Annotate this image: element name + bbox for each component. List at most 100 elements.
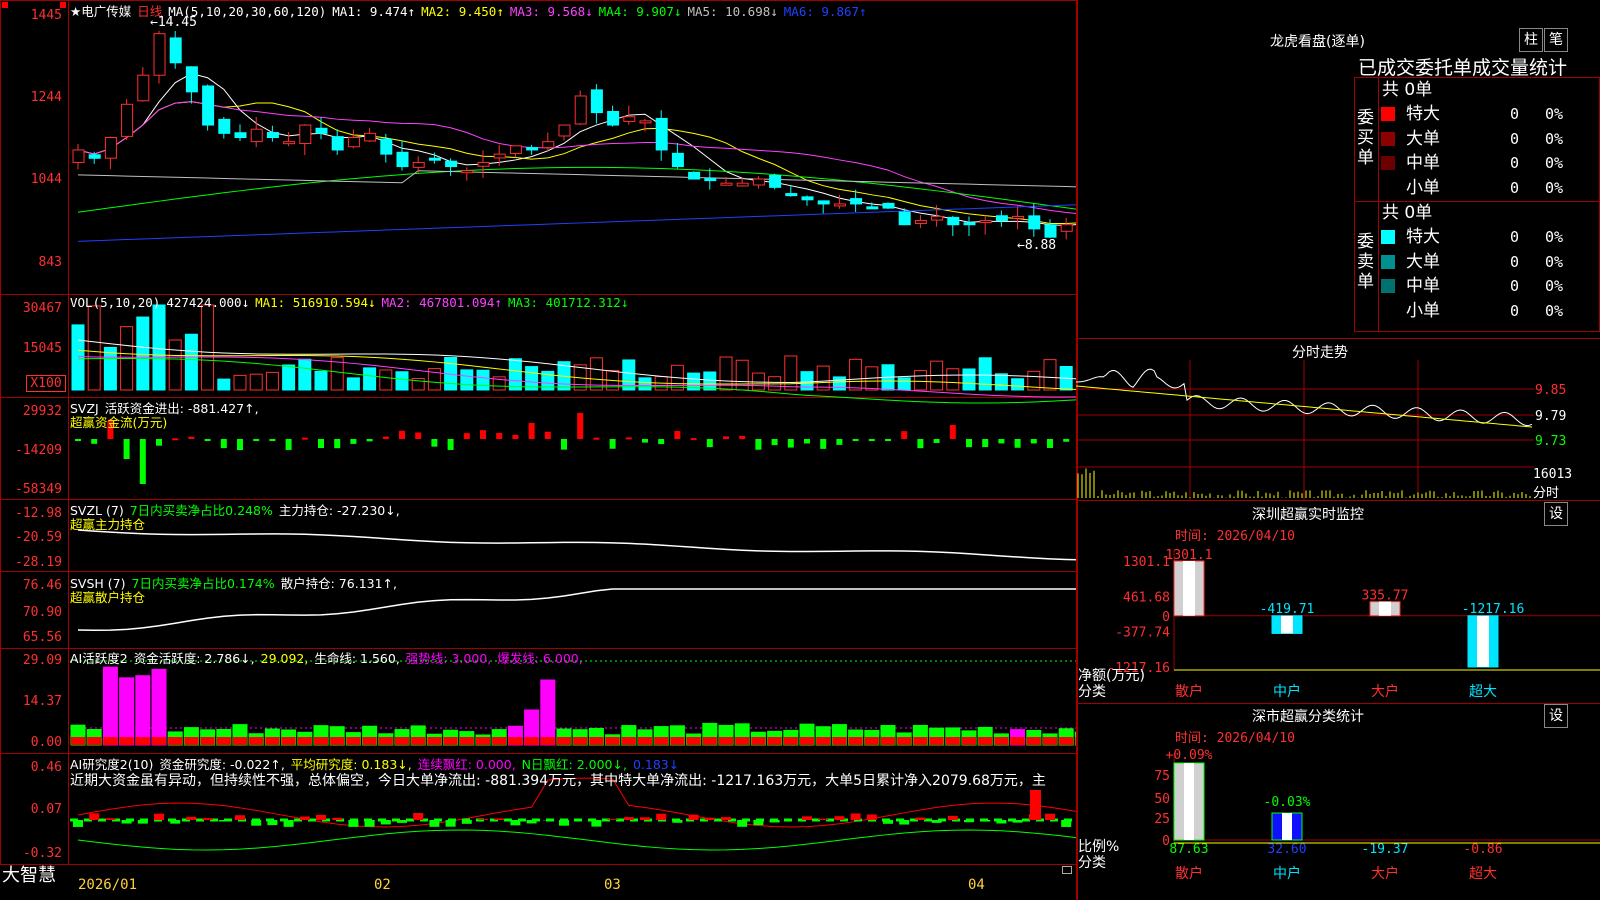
main-subtitle: 超赢主力持仓 [70, 517, 146, 532]
flow-bar [933, 439, 940, 443]
candle-body [639, 120, 652, 124]
sz-class-settings-button[interactable]: 设 [1544, 704, 1568, 728]
class-ylabel: 75 [1154, 769, 1170, 784]
class-bar-highlight [1282, 813, 1292, 840]
flow-bar [982, 439, 989, 448]
active-bar [119, 677, 135, 746]
volume-bar [71, 324, 85, 391]
candle-body [866, 206, 879, 210]
research-bar [883, 820, 893, 824]
volume-bar [363, 367, 377, 391]
volume-bar [962, 368, 976, 391]
active-bar [102, 666, 118, 746]
lifeline-value: 生命线: 1.560, [314, 651, 400, 666]
ma-value-3: MA3: 9.568↓ [509, 4, 593, 19]
sz-monitor-settings-button[interactable]: 设 [1544, 502, 1568, 526]
candle-body [914, 220, 927, 224]
flow-bar [204, 439, 211, 441]
date-label: 04 [968, 877, 985, 893]
active-base [1043, 737, 1057, 745]
sell-row-name: 大单 [1406, 251, 1440, 272]
monitor-ylabel: -377.74 [1115, 626, 1170, 641]
flow-bar [577, 413, 584, 439]
candle-body [833, 203, 846, 207]
research-bar [850, 813, 861, 820]
candle-body [445, 160, 458, 168]
ma-line-6 [77, 204, 1078, 242]
active-base [233, 737, 247, 745]
active-base [702, 737, 717, 745]
class-category: 散户 [1175, 865, 1203, 882]
active-bar [540, 679, 556, 746]
active-base [168, 737, 183, 745]
candle-body [299, 124, 312, 145]
candle-body [137, 74, 150, 102]
flow-bar [917, 439, 924, 449]
flow-bar [836, 439, 843, 445]
flow-bar [139, 439, 146, 484]
sell-total: 共 0单 [1382, 203, 1433, 223]
volume-bar [282, 364, 296, 391]
monitor-bar-highlight [1183, 561, 1195, 616]
candle-body [526, 147, 539, 151]
active-base [719, 737, 733, 745]
ma-value-6: MA6: 9.867↑ [783, 4, 867, 19]
candle-body [736, 182, 749, 187]
active-base [978, 737, 993, 745]
sell-row-pct: 0% [1545, 277, 1564, 295]
research-bar [802, 816, 812, 820]
class-ylabel: 50 [1154, 792, 1170, 807]
volume-bar [508, 358, 522, 391]
active-base [654, 737, 669, 745]
buy-row-pct: 0% [1545, 105, 1564, 123]
candle-body [671, 152, 684, 168]
candle-body [769, 174, 782, 188]
monitor-bar-highlight [1477, 615, 1489, 667]
flow-bar [318, 439, 324, 449]
flow-bar [301, 437, 308, 440]
class-category: 超大 [1469, 866, 1497, 882]
candle-body [1012, 215, 1025, 219]
candle-body [493, 153, 506, 159]
buy-row-name: 特大 [1406, 104, 1440, 124]
volume-bar [87, 305, 101, 391]
vol-value-1: 427424.000↓ [166, 295, 250, 310]
flow-bar [787, 439, 794, 448]
stock-name[interactable]: ★电广传媒 [70, 4, 131, 19]
buy-row-name: 中单 [1406, 153, 1440, 173]
active-base [71, 737, 85, 745]
intraday-chart[interactable] [1076, 360, 1534, 500]
ma-value-4: MA4: 9.907↓ [598, 4, 682, 19]
sell-row-count: 0 [1510, 277, 1520, 295]
candle-body [1028, 215, 1041, 230]
sell-swatch-icon [1381, 230, 1395, 244]
active-base [557, 737, 571, 745]
research-bar [494, 818, 505, 820]
active-base [411, 737, 426, 745]
dragon-col-split [1378, 77, 1379, 332]
research-bar [899, 820, 910, 825]
flow-bar [447, 439, 454, 450]
active-base [87, 737, 102, 745]
candle-body [817, 200, 830, 205]
buy-swatch-icon [1381, 131, 1395, 146]
flow-bar [609, 439, 616, 449]
active-base [1010, 737, 1025, 745]
candle-body [202, 85, 215, 126]
research-bar [980, 820, 991, 822]
tick-mode-button[interactable]: 笔 [1544, 28, 1568, 52]
volume-bar [816, 365, 830, 391]
flow-bar [949, 425, 956, 439]
kline-chart[interactable] [0, 0, 1078, 865]
candle-body [104, 137, 117, 159]
candle-body [558, 124, 571, 137]
bar-mode-button[interactable]: 柱 [1519, 28, 1543, 52]
candle-body [509, 145, 522, 154]
volume-bar [897, 377, 911, 391]
research-bar [380, 820, 391, 825]
volume-bar [832, 376, 846, 391]
monitor-category: 超大 [1469, 684, 1497, 700]
sell-row-name: 中单 [1406, 276, 1440, 296]
active-base [686, 737, 701, 745]
flow-bar [431, 439, 438, 447]
